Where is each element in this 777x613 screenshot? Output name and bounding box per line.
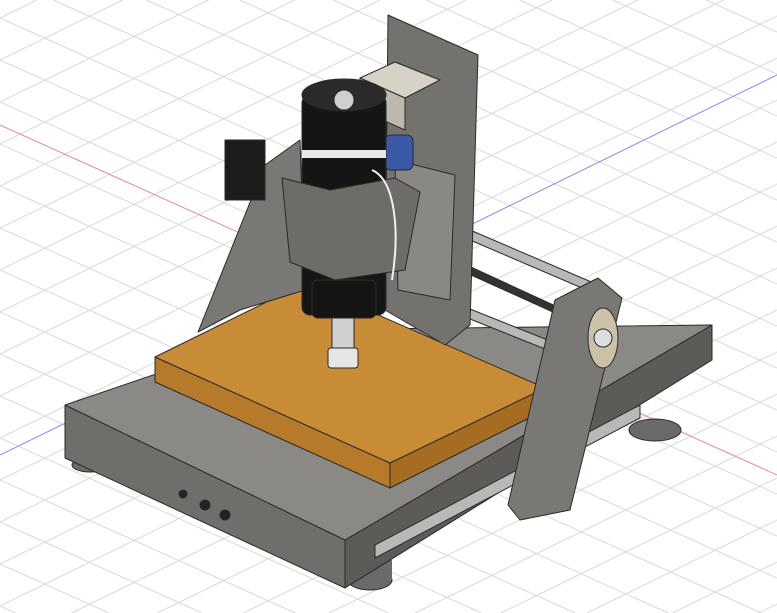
coupler (384, 134, 414, 171)
spindle-band (302, 150, 386, 158)
front-hole (199, 499, 211, 511)
spindle-fan (333, 89, 355, 111)
grid-line (758, 603, 777, 613)
viewport-canvas[interactable] (0, 0, 777, 613)
grid-line (0, 0, 209, 103)
grid-line (0, 0, 38, 19)
front-hole (219, 509, 231, 521)
grid-line (705, 0, 777, 33)
grid-line (425, 0, 777, 159)
grid-line (586, 519, 777, 613)
grid-line (612, 0, 777, 75)
bearing (593, 328, 613, 348)
collet-nut (327, 347, 359, 369)
grid-line (519, 0, 777, 117)
foot-right (628, 418, 682, 442)
stepper-left (224, 139, 266, 201)
grid-line (0, 0, 295, 145)
front-hole (178, 489, 188, 499)
grid-line (672, 561, 777, 613)
cnc-machine-model[interactable] (64, 14, 713, 591)
spindle-mount (281, 177, 421, 281)
cad-viewport[interactable] (0, 0, 777, 613)
grid-line (0, 563, 110, 613)
grid-line (0, 605, 16, 613)
grid-line (0, 521, 203, 613)
spindle-nose (311, 279, 377, 319)
